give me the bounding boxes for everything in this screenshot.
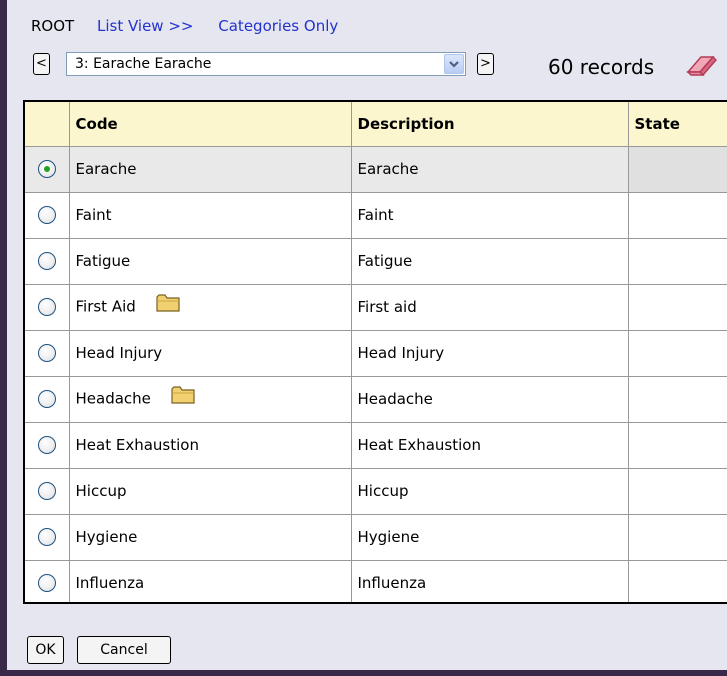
chevron-down-icon[interactable] [444, 54, 464, 74]
header-description[interactable]: Description [351, 102, 629, 147]
window-frame-bottom [0, 670, 727, 676]
description-cell: Hiccup [351, 468, 629, 515]
description-cell: Fatigue [351, 238, 629, 285]
code-cell: Fatigue [75, 252, 131, 270]
row-radio[interactable] [37, 298, 56, 317]
table-row[interactable]: Fatigue Fatigue [25, 238, 727, 285]
breadcrumb: ROOT List View >> Categories Only [31, 17, 358, 35]
state-cell [628, 146, 727, 193]
ok-button[interactable]: OK [27, 636, 64, 664]
state-cell [628, 560, 727, 602]
row-radio[interactable] [37, 160, 56, 179]
code-cell: Faint [75, 206, 112, 224]
record-select[interactable]: 3: Earache Earache [66, 52, 466, 76]
table-row[interactable]: Earache Earache [25, 146, 727, 193]
prev-record-button[interactable]: < [33, 53, 50, 75]
state-cell [628, 422, 727, 469]
list-view-link[interactable]: List View >> [97, 17, 194, 35]
row-radio[interactable] [37, 206, 56, 225]
code-cell: Headache [75, 389, 151, 408]
record-select-value: 3: Earache Earache [75, 56, 212, 72]
state-cell [628, 376, 727, 423]
header-code[interactable]: Code [69, 102, 352, 147]
table-row[interactable]: Hygiene Hygiene [25, 514, 727, 561]
state-cell [628, 238, 727, 285]
row-radio[interactable] [37, 390, 56, 409]
eraser-icon[interactable] [685, 54, 719, 78]
table-row[interactable]: Head Injury Head Injury [25, 330, 727, 377]
row-radio[interactable] [37, 482, 56, 501]
state-cell [628, 192, 727, 239]
root-label: ROOT [31, 17, 75, 35]
state-cell [628, 468, 727, 515]
code-cell: Influenza [75, 574, 145, 592]
description-cell: Heat Exhaustion [351, 422, 629, 469]
record-count: 60 records [548, 55, 655, 79]
header-state[interactable]: State [628, 102, 727, 147]
description-cell: Headache [351, 376, 629, 423]
code-cell: Hygiene [75, 528, 138, 546]
row-radio[interactable] [37, 252, 56, 271]
state-cell [628, 514, 727, 561]
row-radio[interactable] [37, 344, 56, 363]
cancel-button[interactable]: Cancel [77, 636, 171, 664]
state-cell [628, 284, 727, 331]
records-table: Code Description State Earache Earache F… [23, 100, 727, 604]
row-radio[interactable] [37, 436, 56, 455]
row-radio[interactable] [37, 574, 56, 593]
code-cell: Head Injury [75, 344, 163, 362]
table-header-row: Code Description State [25, 102, 727, 147]
state-cell [628, 330, 727, 377]
window-frame-left [0, 0, 7, 676]
code-cell: Earache [75, 160, 137, 178]
table-row[interactable]: Headache Headache [25, 376, 727, 423]
table-row[interactable]: Hiccup Hiccup [25, 468, 727, 515]
code-cell: First Aid [75, 297, 136, 316]
description-cell: Influenza [351, 560, 629, 602]
categories-only-link[interactable]: Categories Only [218, 17, 338, 35]
table-row[interactable]: Heat Exhaustion Heat Exhaustion [25, 422, 727, 469]
description-cell: Earache [351, 146, 629, 193]
description-cell: Faint [351, 192, 629, 239]
folder-icon[interactable] [170, 385, 196, 409]
code-cell: Hiccup [75, 482, 127, 500]
table-row[interactable]: Influenza Influenza [25, 560, 727, 602]
description-cell: Head Injury [351, 330, 629, 377]
description-cell: First aid [351, 284, 629, 331]
table-row[interactable]: First Aid First aid [25, 284, 727, 331]
code-cell: Heat Exhaustion [75, 436, 199, 454]
row-radio[interactable] [37, 528, 56, 547]
header-select [25, 102, 70, 147]
description-cell: Hygiene [351, 514, 629, 561]
folder-icon[interactable] [155, 293, 181, 317]
table-row[interactable]: Faint Faint [25, 192, 727, 239]
next-record-button[interactable]: > [477, 53, 494, 75]
